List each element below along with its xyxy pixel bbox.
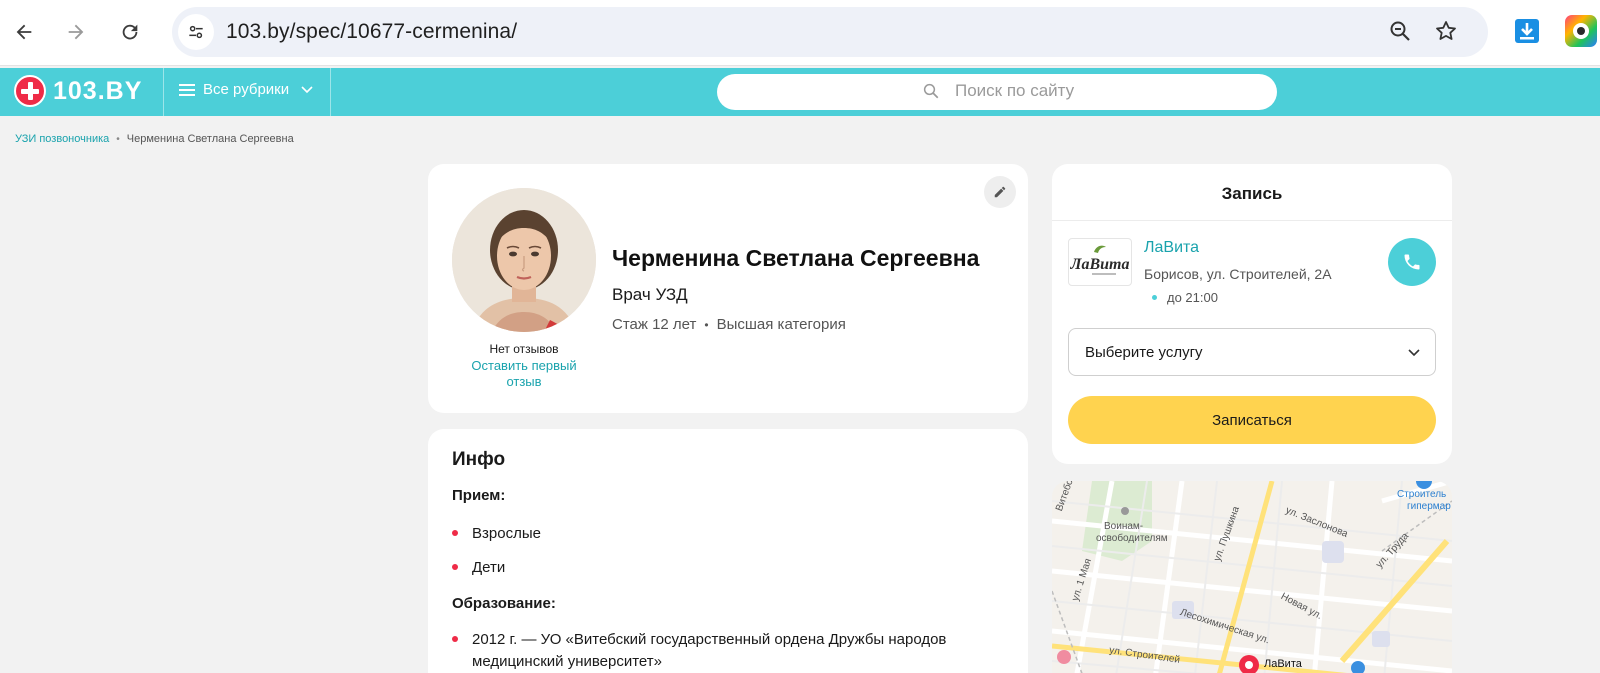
medical-cross-icon bbox=[14, 75, 46, 107]
reload-button[interactable] bbox=[112, 14, 148, 50]
site-header: 103.BY Все рубрики bbox=[0, 68, 1600, 116]
bullet-icon bbox=[452, 564, 458, 570]
forward-button[interactable] bbox=[58, 14, 94, 50]
site-settings-button[interactable] bbox=[178, 14, 214, 50]
map-pin-label[interactable]: ЛаВита bbox=[1264, 658, 1302, 670]
clinic-name-link[interactable]: ЛаВита bbox=[1144, 239, 1199, 257]
hamburger-icon bbox=[179, 83, 195, 96]
browser-toolbar: 103.by/spec/10677-cermenina/ bbox=[0, 0, 1600, 66]
svg-text:ЛаВита: ЛаВита bbox=[1070, 256, 1130, 273]
service-select[interactable]: Выберите услугу bbox=[1068, 328, 1436, 376]
tune-icon bbox=[189, 25, 203, 39]
bookmark-star-icon[interactable] bbox=[1434, 19, 1458, 48]
extension-icon[interactable] bbox=[1565, 15, 1597, 47]
doctor-experience: Стаж 12 лет bbox=[612, 316, 697, 333]
pencil-icon bbox=[994, 186, 1006, 198]
info-title: Инфо bbox=[452, 449, 506, 470]
site-search-box[interactable] bbox=[717, 74, 1277, 110]
map[interactable]: Витебская ул. Воинам- освободителям ул. … bbox=[1052, 481, 1452, 673]
breadcrumb-current: Черменина Светлана Сергеевна bbox=[126, 133, 294, 145]
edit-button[interactable] bbox=[984, 176, 1016, 208]
leave-review-link[interactable]: Оставить первый отзыв bbox=[464, 358, 584, 390]
booking-title: Запись bbox=[1221, 184, 1283, 203]
reload-icon bbox=[122, 24, 138, 40]
breadcrumb-link-parent[interactable]: УЗИ позвоночника bbox=[15, 133, 109, 145]
book-button[interactable]: Записаться bbox=[1068, 396, 1436, 444]
meta-separator: • bbox=[704, 317, 709, 332]
clinic-address: Борисов, ул. Строителей, 2А bbox=[1144, 266, 1332, 282]
address-bar[interactable]: 103.by/spec/10677-cermenina/ bbox=[172, 7, 1488, 57]
doctor-name: Черменина Светлана Сергеевна bbox=[612, 245, 980, 271]
breadcrumb-separator: • bbox=[116, 133, 120, 145]
chevron-down-icon bbox=[301, 85, 313, 93]
arrow-left-icon bbox=[16, 24, 32, 40]
doctor-photo bbox=[452, 188, 596, 332]
bullet-icon bbox=[452, 636, 458, 642]
rubrics-menu-button[interactable]: Все рубрики bbox=[179, 81, 313, 98]
chevron-down-icon bbox=[1408, 349, 1420, 357]
zoom-icon[interactable] bbox=[1388, 19, 1412, 48]
map-label: Воинам- bbox=[1104, 521, 1144, 532]
map-label: Строитель bbox=[1397, 489, 1447, 500]
list-item: 2012 г. — УО «Витебский государственный … bbox=[452, 629, 992, 673]
logo-text: 103.BY bbox=[53, 76, 143, 105]
list-item: Взрослые bbox=[452, 523, 992, 545]
site-logo[interactable]: 103.BY bbox=[14, 75, 142, 107]
call-button[interactable] bbox=[1388, 238, 1436, 286]
rubrics-label: Все рубрики bbox=[203, 81, 290, 98]
booking-card: Запись ЛаВита ЛаВита Борисов, ул. Строит… bbox=[1052, 164, 1452, 464]
back-button[interactable] bbox=[6, 14, 42, 50]
divider bbox=[1052, 220, 1452, 221]
search-icon bbox=[923, 83, 939, 99]
doctor-profile-card: Нет отзывов Оставить первый отзыв Чермен… bbox=[428, 164, 1028, 413]
arrow-right-icon bbox=[68, 24, 84, 40]
open-status-dot bbox=[1152, 295, 1157, 300]
clinic-hours: до 21:00 bbox=[1152, 290, 1218, 305]
list-item: Дети bbox=[452, 557, 992, 579]
clinic-logo[interactable]: ЛаВита bbox=[1068, 238, 1132, 286]
header-divider bbox=[163, 68, 164, 116]
reception-label: Прием: bbox=[452, 487, 506, 504]
service-select-value: Выберите услугу bbox=[1085, 343, 1203, 361]
url-text[interactable]: 103.by/spec/10677-cermenina/ bbox=[226, 20, 517, 44]
site-search-input[interactable] bbox=[955, 81, 1255, 101]
breadcrumb: УЗИ позвоночника • Черменина Светлана Се… bbox=[15, 133, 294, 145]
doctor-category: Высшая категория bbox=[716, 316, 846, 333]
map-canvas bbox=[1052, 481, 1452, 673]
doctor-specialty: Врач УЗД bbox=[612, 285, 688, 304]
download-icon[interactable] bbox=[1513, 17, 1541, 45]
no-reviews-text: Нет отзывов bbox=[489, 342, 559, 356]
phone-icon bbox=[1404, 254, 1420, 270]
education-label: Образование: bbox=[452, 595, 556, 612]
map-label: гипермар bbox=[1407, 501, 1451, 512]
header-divider bbox=[330, 68, 331, 116]
info-card: Инфо Прием: Взрослые Дети Образование: 2… bbox=[428, 429, 1028, 673]
bullet-icon bbox=[452, 530, 458, 536]
doctor-meta: Стаж 12 лет • Высшая категория bbox=[612, 316, 846, 333]
map-label: освободителям bbox=[1096, 533, 1168, 544]
